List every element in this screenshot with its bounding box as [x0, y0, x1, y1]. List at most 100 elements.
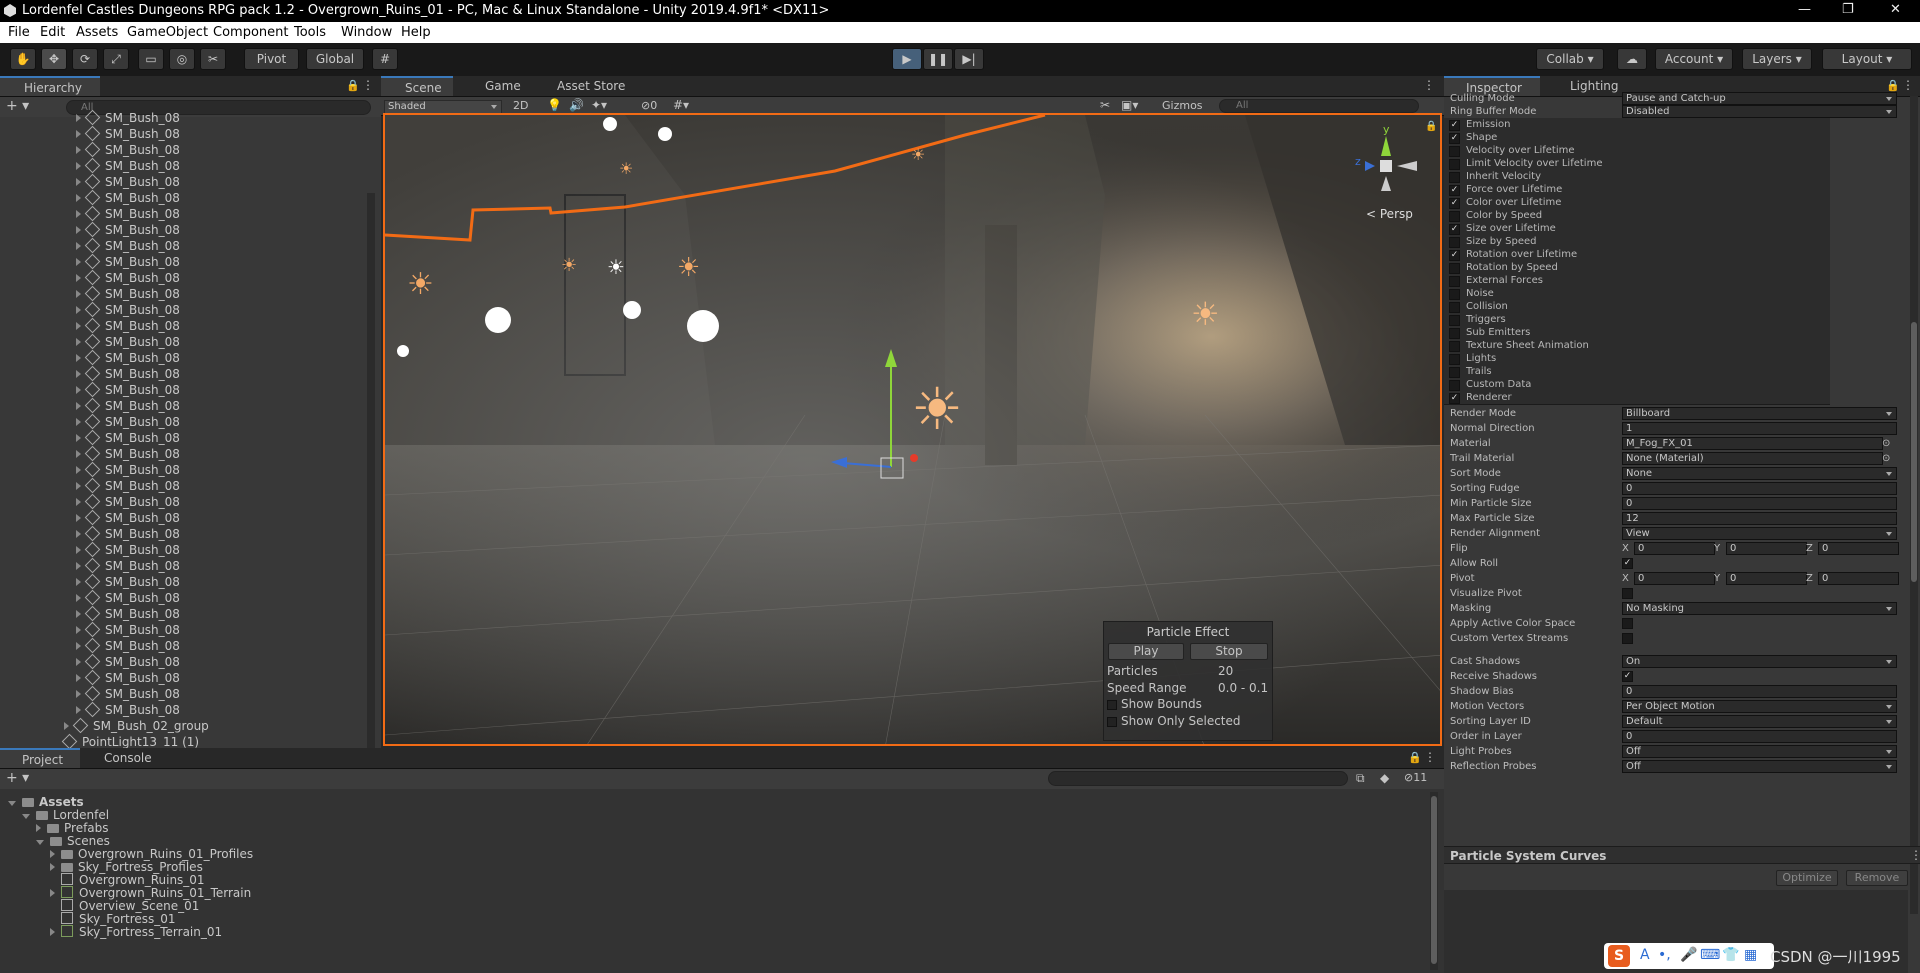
gizmos-dropdown[interactable]: Gizmos ▾	[1159, 99, 1211, 126]
hierarchy-item[interactable]: SM_Bush_08	[0, 573, 180, 590]
property-dropdown[interactable]: Default	[1622, 715, 1897, 728]
vector-field-z[interactable]: 0	[1818, 542, 1899, 555]
expand-arrow-icon[interactable]	[76, 338, 81, 346]
module-checkbox[interactable]: ✓	[1449, 185, 1460, 196]
audio-toggle-icon[interactable]: 🔊	[569, 98, 584, 112]
property-dropdown[interactable]: Per Object Motion	[1622, 700, 1897, 713]
light-gizmo-icon[interactable]: ☀	[607, 255, 625, 279]
hierarchy-item[interactable]: SM_Bush_08	[0, 477, 180, 494]
module-header[interactable]: Noise	[1444, 287, 1830, 301]
hierarchy-item[interactable]: SM_Bush_08	[0, 685, 180, 702]
hierarchy-item[interactable]: SM_Bush_08	[0, 189, 180, 206]
expand-arrow-icon[interactable]	[76, 306, 81, 314]
hand-tool-icon[interactable]: ✋	[10, 48, 36, 70]
expand-arrow-icon[interactable]	[76, 642, 81, 650]
custom-tool-icon[interactable]: ✂	[200, 48, 226, 70]
module-header[interactable]: External Forces	[1444, 274, 1830, 288]
module-checkbox[interactable]: ✓	[1449, 133, 1460, 144]
module-checkbox[interactable]	[1449, 146, 1460, 157]
hierarchy-item[interactable]: SM_Bush_08	[0, 461, 180, 478]
property-checkbox[interactable]: ✓	[1622, 558, 1633, 569]
expand-arrow-icon[interactable]	[76, 130, 81, 138]
module-checkbox[interactable]	[1449, 328, 1460, 339]
property-dropdown[interactable]: Disabled	[1622, 105, 1897, 118]
expand-arrow-icon[interactable]	[76, 562, 81, 570]
expand-arrow-icon[interactable]	[76, 386, 81, 394]
particle-play-button[interactable]: Play	[1108, 643, 1184, 660]
expand-arrow-icon[interactable]	[76, 546, 81, 554]
expand-arrow-icon[interactable]	[76, 194, 81, 202]
hierarchy-item[interactable]: SM_Bush_08	[0, 221, 180, 238]
expand-arrow-icon[interactable]	[76, 706, 81, 714]
ime-apps-icon[interactable]: ▦	[1744, 947, 1757, 963]
vector-field-x[interactable]: 0	[1634, 572, 1715, 585]
hierarchy-item[interactable]: SM_Bush_08	[0, 349, 180, 366]
property-dropdown[interactable]: Off	[1622, 760, 1897, 773]
module-header[interactable]: Color by Speed	[1444, 209, 1830, 223]
light-gizmo-icon[interactable]: ☀	[911, 145, 925, 164]
filter-type-icon[interactable]: ⧉	[1356, 771, 1365, 786]
grid-snap-icon[interactable]: #	[372, 48, 398, 70]
module-checkbox[interactable]	[1449, 354, 1460, 365]
hierarchy-item[interactable]: SM_Bush_02_group	[0, 717, 209, 734]
module-checkbox[interactable]	[1449, 367, 1460, 378]
property-dropdown[interactable]: No Masking	[1622, 602, 1897, 615]
lock-icon[interactable]: 🔒	[1408, 751, 1422, 764]
particle-gizmo-icon[interactable]	[658, 127, 672, 141]
expand-arrow-icon[interactable]	[76, 674, 81, 682]
expand-arrow-icon[interactable]	[76, 370, 81, 378]
vector-field-x[interactable]: 0	[1634, 542, 1715, 555]
optimize-button[interactable]: Optimize	[1776, 870, 1838, 886]
hierarchy-item[interactable]: SM_Bush_08	[0, 365, 180, 382]
camera-icon[interactable]: ▣▾	[1121, 98, 1138, 112]
hierarchy-item[interactable]: SM_Bush_08	[0, 205, 180, 222]
module-header[interactable]: Velocity over Lifetime	[1444, 144, 1830, 158]
lock-icon[interactable]: 🔒	[1425, 121, 1437, 132]
pivot-toggle[interactable]: Pivot	[244, 48, 299, 70]
hierarchy-item[interactable]: SM_Bush_08	[0, 157, 180, 174]
particle-gizmo-icon[interactable]	[623, 301, 641, 319]
pause-button[interactable]: ❚❚	[923, 48, 953, 70]
hierarchy-item[interactable]: SM_Bush_08	[0, 333, 180, 350]
light-gizmo-icon[interactable]: ☀	[561, 255, 577, 276]
property-dropdown[interactable]: On	[1622, 655, 1897, 668]
menu-assets[interactable]: Assets	[76, 25, 118, 40]
expand-arrow-icon[interactable]	[76, 690, 81, 698]
menu-gameobject[interactable]: GameObject	[127, 25, 208, 40]
move-gizmo[interactable]	[825, 345, 945, 485]
kebab-menu-icon[interactable]: ⋮	[1910, 848, 1920, 862]
hierarchy-item[interactable]: SM_Bush_08	[0, 269, 180, 286]
expand-arrow-icon[interactable]	[50, 850, 55, 858]
expand-arrow-icon[interactable]	[76, 290, 81, 298]
expand-arrow-icon[interactable]	[76, 322, 81, 330]
ime-keyboard-icon[interactable]: ⌨	[1700, 947, 1720, 963]
light-gizmo-icon[interactable]: ☀	[407, 267, 434, 302]
hierarchy-item[interactable]: SM_Bush_08	[0, 605, 180, 622]
light-gizmo-icon[interactable]: ☀	[619, 159, 633, 178]
menu-file[interactable]: File	[8, 25, 30, 40]
module-header[interactable]: Collision	[1444, 300, 1830, 314]
module-header[interactable]: Sub Emitters	[1444, 326, 1830, 340]
property-field[interactable]: 0	[1622, 497, 1897, 510]
collapse-arrow-icon[interactable]	[36, 840, 44, 845]
hierarchy-item[interactable]: SM_Bush_08	[0, 445, 180, 462]
module-checkbox[interactable]	[1449, 263, 1460, 274]
inspector-scroll-thumb[interactable]	[1911, 322, 1917, 582]
module-checkbox[interactable]	[1449, 159, 1460, 170]
module-header[interactable]: ✓ Rotation over Lifetime	[1444, 248, 1830, 262]
module-checkbox[interactable]	[1449, 237, 1460, 248]
module-header[interactable]: Custom Data	[1444, 378, 1830, 392]
vector-field-y[interactable]: 0	[1726, 572, 1807, 585]
hierarchy-item[interactable]: SM_Bush_08	[0, 397, 180, 414]
project-scrollbar[interactable]	[1430, 792, 1438, 970]
minimize-icon[interactable]: —	[1798, 2, 1811, 17]
property-dropdown[interactable]: Billboard	[1622, 407, 1897, 420]
hierarchy-item[interactable]: SM_Bush_08	[0, 557, 180, 574]
tab-hierarchy[interactable]: Hierarchy	[0, 76, 100, 96]
expand-arrow-icon[interactable]	[76, 114, 81, 122]
property-dropdown[interactable]: View	[1622, 527, 1897, 540]
hierarchy-scrollbar[interactable]	[367, 193, 375, 748]
collapse-arrow-icon[interactable]	[8, 801, 16, 806]
module-checkbox[interactable]	[1449, 341, 1460, 352]
ime-mode-icon[interactable]: A	[1640, 947, 1650, 963]
